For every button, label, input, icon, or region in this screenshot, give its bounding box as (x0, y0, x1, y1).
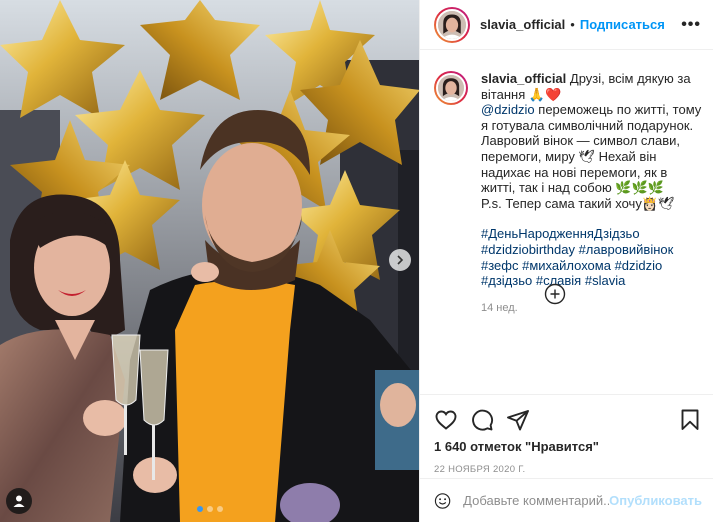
chevron-right-icon (397, 255, 404, 265)
hashtag-link[interactable]: #ДеньНародженняДзідзьо (481, 226, 640, 241)
comment-input[interactable] (463, 493, 610, 508)
more-options-button[interactable]: ••• (681, 16, 701, 34)
author-username[interactable]: slavia_official (480, 17, 565, 32)
carousel-dot[interactable] (206, 506, 213, 512)
woman-figure (0, 194, 127, 522)
emoji-icon[interactable] (434, 489, 451, 513)
likes-count[interactable]: 1 640 отметок "Нравится" (434, 439, 702, 454)
user-tag-icon (13, 495, 25, 507)
caption-row: slavia_official Друзі, всім дякую за віт… (434, 71, 702, 316)
action-icons-row (434, 403, 702, 437)
hashtag-link[interactable]: #зефс (481, 258, 518, 273)
caption-time: 14 нед. (481, 301, 518, 314)
add-comment-bar: Опубликовать (420, 478, 713, 522)
hashtag-link[interactable]: #slavia (585, 273, 625, 288)
user-tag-button[interactable] (6, 488, 32, 514)
hashtag-link[interactable]: #dzidziobirthday (481, 242, 575, 257)
header-separator: • (570, 17, 575, 32)
avatar-image (438, 10, 466, 39)
hashtag-link[interactable]: #лавровийвінок (579, 242, 674, 257)
post-side-panel: slavia_official • Подписаться ••• slavia… (419, 0, 713, 522)
caption-username[interactable]: slavia_official (481, 71, 566, 86)
post-date: 22 НОЯБРЯ 2020 Г. (434, 464, 526, 475)
follow-button[interactable]: Подписаться (580, 17, 665, 32)
author-avatar[interactable] (434, 6, 470, 43)
heart-icon (435, 410, 457, 430)
save-button[interactable] (678, 408, 702, 432)
share-icon (507, 410, 529, 431)
hashtag-link[interactable]: #дзідзьо (481, 273, 532, 288)
post-actions: 1 640 отметок "Нравится" 22 НОЯБРЯ 2020 … (420, 394, 713, 475)
comment-icon (472, 409, 494, 431)
post-header: slavia_official • Подписаться ••• (420, 0, 713, 50)
comments-section: slavia_official Друзі, всім дякую за віт… (420, 51, 713, 391)
next-slide-button[interactable] (389, 249, 411, 271)
hashtag-link[interactable]: #михайлохома (522, 258, 611, 273)
caption-line3: P.s. Тепер сама такий хочу👸🏻🕊 (481, 195, 675, 211)
carousel-dot[interactable] (196, 506, 203, 512)
caption-mention[interactable]: @dzidzio (481, 102, 535, 117)
carousel-dot[interactable] (216, 506, 223, 512)
post-photo[interactable] (0, 0, 419, 522)
bookmark-icon (681, 409, 699, 430)
plus-circle-icon[interactable] (544, 283, 566, 305)
publish-button[interactable]: Опубликовать (609, 493, 702, 508)
hashtag-list: #ДеньНародженняДзідзьо #dzidziobirthday … (481, 226, 702, 288)
avatar-image (438, 75, 464, 101)
post-dialog: slavia_official • Подписаться ••• slavia… (0, 0, 713, 522)
photo-scene (0, 0, 419, 522)
caption-avatar[interactable] (434, 71, 468, 105)
caption-text: slavia_official Друзі, всім дякую за віт… (481, 71, 702, 316)
hashtag-link[interactable]: #dzidzio (615, 258, 663, 273)
comment-button[interactable] (470, 408, 494, 432)
like-button[interactable] (434, 408, 458, 432)
share-button[interactable] (506, 408, 530, 432)
carousel-dots (0, 506, 419, 512)
